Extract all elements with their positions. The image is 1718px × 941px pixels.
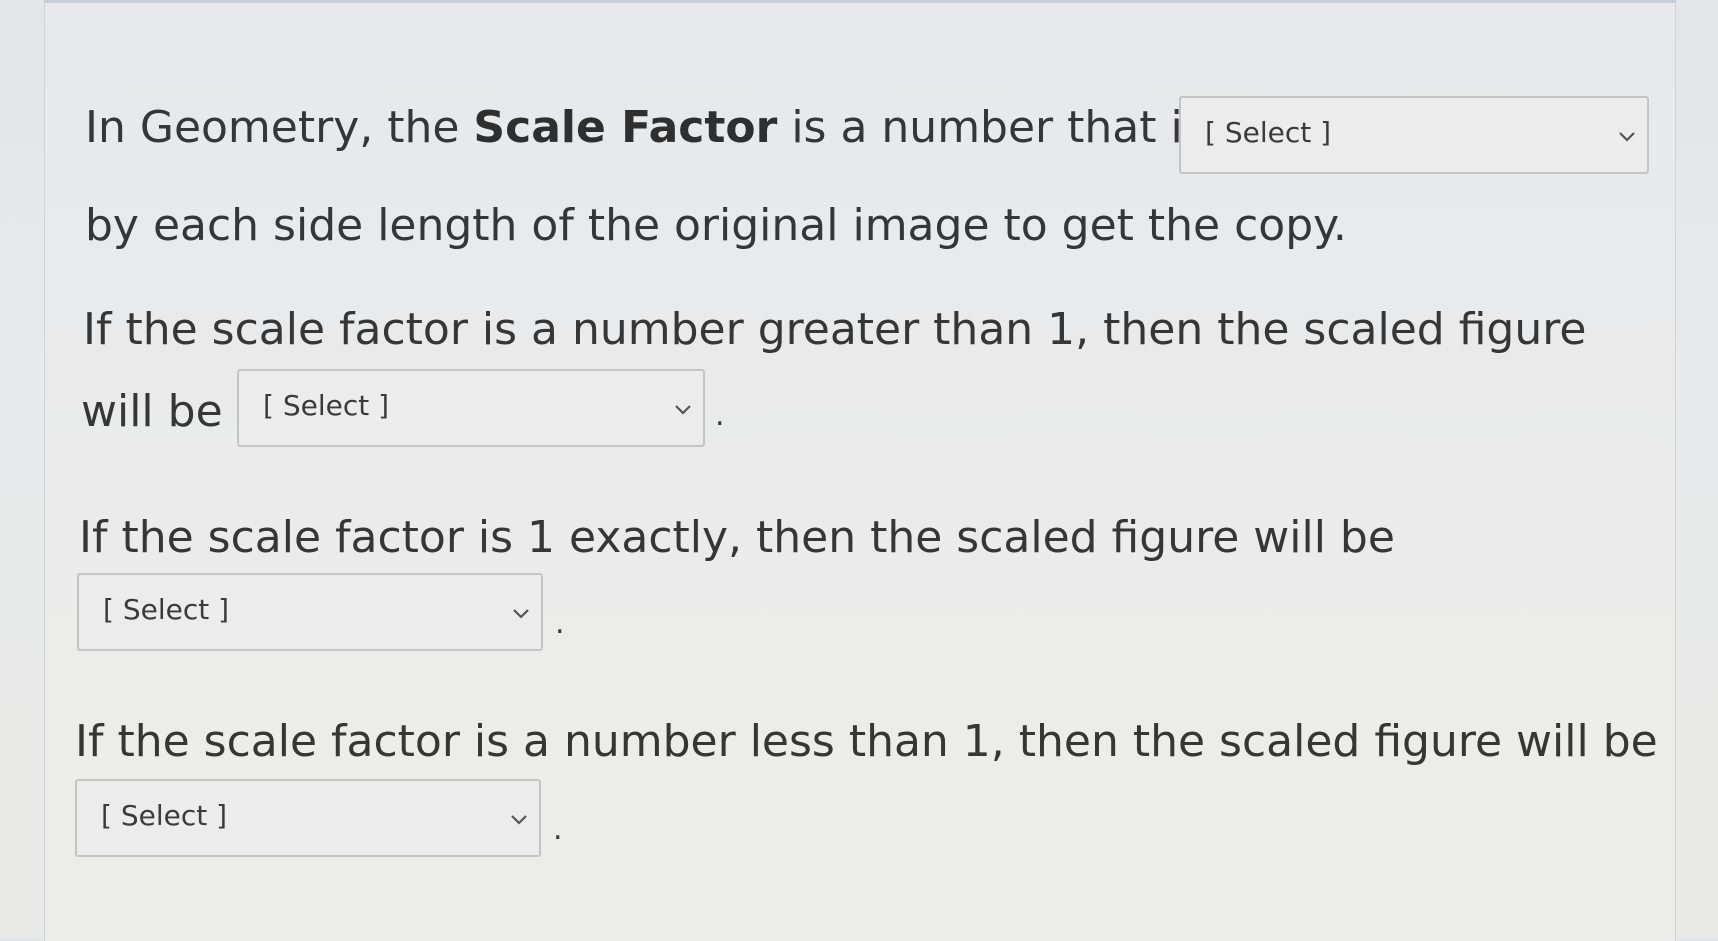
line1-suffix: is a number that is — [777, 102, 1206, 153]
chevron-down-icon — [1619, 132, 1635, 142]
dropdown-selected-value: [ Select ] — [263, 389, 390, 422]
chevron-down-icon — [675, 405, 691, 415]
dropdown-equal-to-one[interactable]: [ Select ] — [77, 573, 543, 651]
question-line-6: If the scale factor is a number less tha… — [75, 716, 1658, 767]
quiz-panel: In Geometry, the Scale Factor is a numbe… — [44, 0, 1676, 941]
question-line-4: will be — [81, 386, 223, 437]
question-content: In Geometry, the Scale Factor is a numbe… — [45, 3, 1675, 941]
dropdown-less-than-one[interactable]: [ Select ] — [75, 779, 541, 857]
dropdown-selected-value: [ Select ] — [101, 799, 228, 832]
period: . — [553, 812, 563, 847]
scale-factor-term: Scale Factor — [473, 102, 778, 153]
question-line-5: If the scale factor is 1 exactly, then t… — [79, 512, 1395, 563]
period: . — [715, 398, 725, 433]
question-line-1: In Geometry, the Scale Factor is a numbe… — [85, 101, 1206, 155]
dropdown-selected-value: [ Select ] — [1205, 116, 1332, 149]
period: . — [555, 606, 565, 641]
dropdown-selected-value: [ Select ] — [103, 593, 230, 626]
chevron-down-icon — [511, 815, 527, 825]
question-line-2: by each side length of the original imag… — [85, 200, 1347, 251]
chevron-down-icon — [513, 609, 529, 619]
dropdown-greater-than-one[interactable]: [ Select ] — [237, 369, 705, 447]
question-line-3: If the scale factor is a number greater … — [83, 304, 1587, 355]
dropdown-scale-factor-operation[interactable]: [ Select ] — [1179, 96, 1649, 174]
line1-prefix: In Geometry, the — [85, 102, 474, 153]
